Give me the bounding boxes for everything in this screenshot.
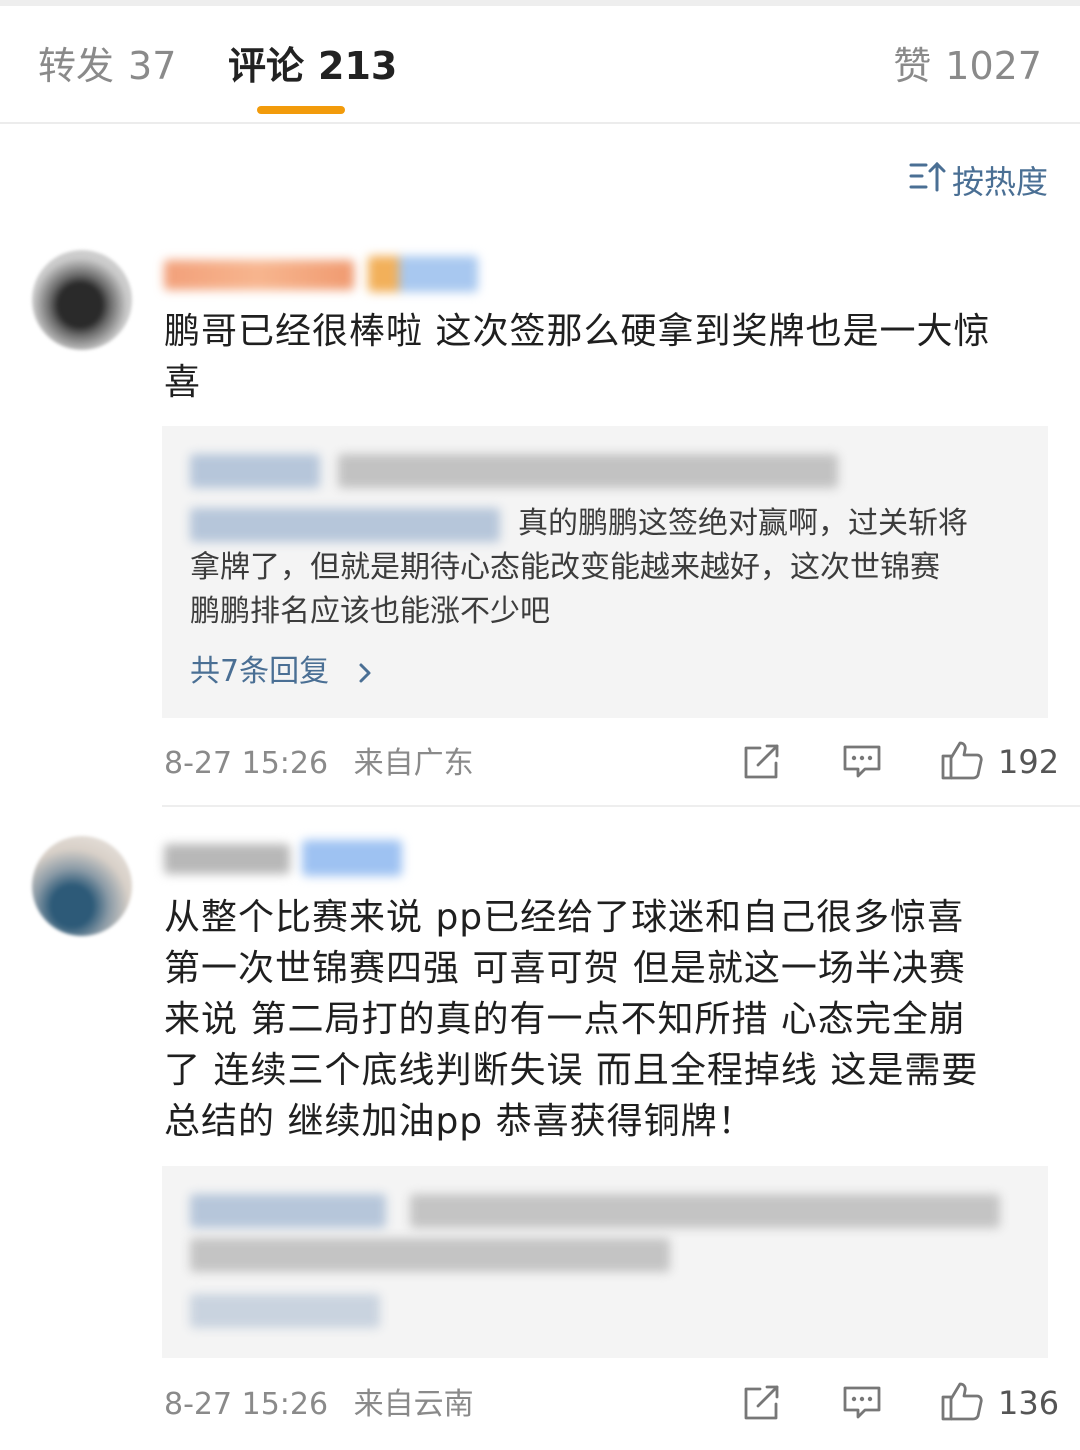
user-badge xyxy=(368,256,478,292)
comment-text: 从整个比赛来说 pp已经给了球迷和自己很多惊喜 第一次世锦赛四强 可喜可贺 但是… xyxy=(164,892,1044,1147)
share-button[interactable] xyxy=(742,744,782,784)
thumbs-up-icon xyxy=(940,1380,984,1426)
tab-comment-count: 213 xyxy=(318,44,398,88)
comment-divider xyxy=(162,805,1080,807)
reply-blurred-line xyxy=(338,454,838,488)
reply-button[interactable] xyxy=(842,1385,882,1425)
sort-icon xyxy=(908,158,952,202)
chevron-right-icon xyxy=(357,654,373,689)
reply-blurred-user xyxy=(190,1194,386,1228)
comment-time: 8-27 15:26 xyxy=(164,746,329,781)
like-button[interactable]: 136 xyxy=(940,1380,1060,1426)
tab-comment[interactable]: 评论 213 xyxy=(228,42,397,90)
reply-button[interactable] xyxy=(842,744,882,784)
tab-like[interactable]: 赞 1027 xyxy=(893,42,1042,90)
comment-line: 从整个比赛来说 pp已经给了球迷和自己很多惊喜 xyxy=(164,897,965,938)
share-icon xyxy=(742,1384,782,1426)
reply-blurred-user xyxy=(190,508,500,542)
more-replies-label: 共7条回复 xyxy=(190,654,330,689)
comment-line: 喜 xyxy=(164,362,202,403)
tab-repost-label: 转发 xyxy=(38,44,115,88)
user-badge xyxy=(302,840,402,876)
tab-like-count: 1027 xyxy=(945,44,1042,88)
tab-bar: 转发 37 评论 213 赞 1027 xyxy=(0,6,1080,124)
comment-bubble-icon xyxy=(842,1384,882,1426)
comment-line: 了 连续三个底线判断失误 而且全程掉线 这是需要 xyxy=(164,1050,979,1091)
like-button[interactable]: 192 xyxy=(940,739,1060,785)
avatar[interactable] xyxy=(32,836,132,936)
comment-bubble-icon xyxy=(842,743,882,785)
sort-label: 按热度 xyxy=(951,163,1048,201)
comment-location: 来自广东 xyxy=(353,746,474,781)
like-count: 192 xyxy=(998,743,1060,781)
comment-meta: 8-27 15:26 来自云南 xyxy=(164,1385,474,1425)
comment-line: 鹏哥已经很棒啦 这次签那么硬拿到奖牌也是一大惊 xyxy=(164,311,991,352)
thumbs-up-icon xyxy=(940,739,984,785)
like-count: 136 xyxy=(998,1384,1060,1422)
reply-text-line: 鹏鹏排名应该也能涨不少吧 xyxy=(190,594,550,629)
more-replies-blurred[interactable] xyxy=(190,1294,380,1328)
reply-preview-box[interactable]: 真的鹏鹏这签绝对赢啊，过关斩将 拿牌了，但就是期待心态能改变能越来越好，这次世锦… xyxy=(162,426,1048,718)
comment-text: 鹏哥已经很棒啦 这次签那么硬拿到奖牌也是一大惊 喜 xyxy=(164,306,1044,408)
tab-like-label: 赞 xyxy=(893,44,932,88)
comment-location: 来自云南 xyxy=(353,1387,474,1422)
active-tab-indicator xyxy=(257,106,345,114)
comment-line: 来说 第二局打的真的有一点不知所措 心态完全崩 xyxy=(164,999,966,1040)
comment-line: 第一次世锦赛四强 可喜可贺 但是就这一场半决赛 xyxy=(164,948,966,989)
tab-comment-label: 评论 xyxy=(228,44,305,88)
comment-meta: 8-27 15:26 来自广东 xyxy=(164,744,474,784)
sort-button[interactable]: 按热度 xyxy=(908,158,1048,202)
avatar[interactable] xyxy=(32,250,132,350)
comment-line: 总结的 继续加油pp 恭喜获得铜牌！ xyxy=(164,1101,755,1142)
reply-blurred-line xyxy=(190,1238,670,1272)
reply-text-line: 拿牌了，但就是期待心态能改变能越来越好，这次世锦赛 xyxy=(190,550,940,585)
share-button[interactable] xyxy=(742,1385,782,1425)
reply-blurred-line xyxy=(190,454,320,488)
reply-blurred-line xyxy=(410,1194,1000,1228)
comment-time: 8-27 15:26 xyxy=(164,1387,329,1422)
share-icon xyxy=(742,743,782,785)
more-replies-link[interactable]: 共7条回复 xyxy=(190,652,373,692)
tab-repost-count: 37 xyxy=(128,44,177,88)
reply-text-line: 真的鹏鹏这签绝对赢啊，过关斩将 xyxy=(518,506,968,541)
tab-repost[interactable]: 转发 37 xyxy=(38,42,176,90)
reply-preview-box[interactable] xyxy=(162,1166,1048,1358)
